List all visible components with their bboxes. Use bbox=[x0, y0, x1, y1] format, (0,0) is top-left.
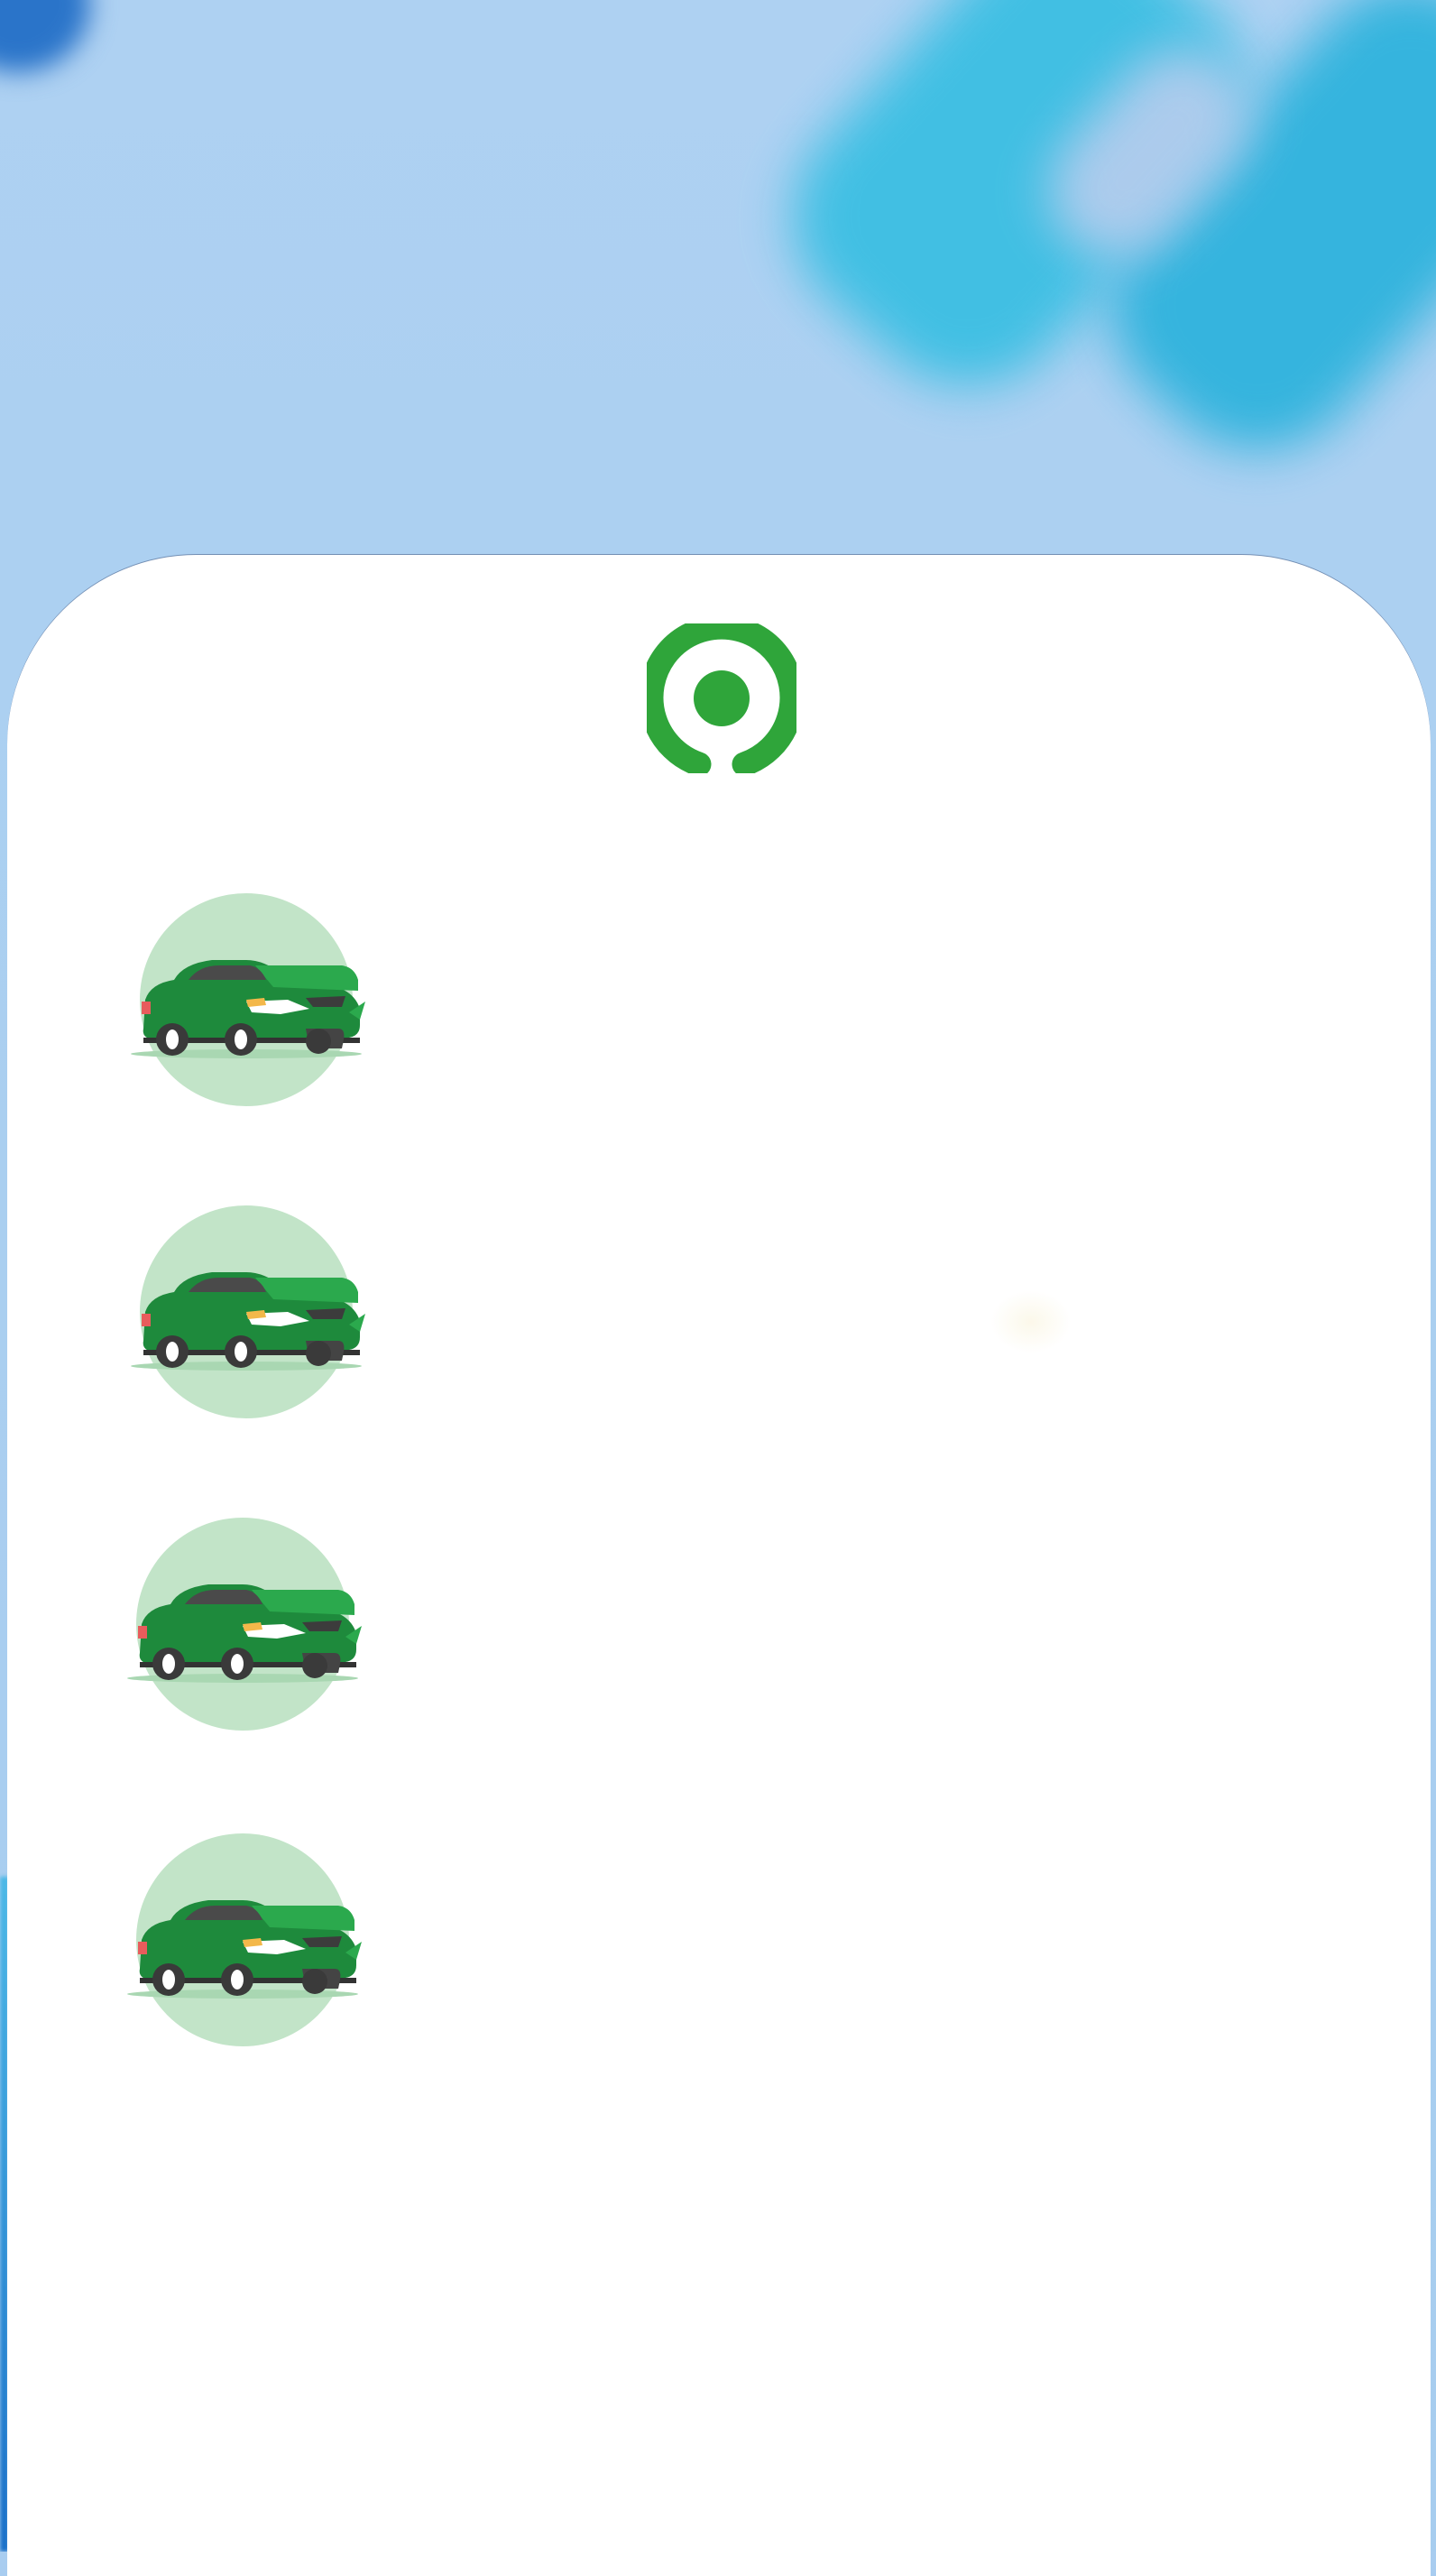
green-car-icon bbox=[129, 1205, 373, 1422]
ride-option-1[interactable] bbox=[129, 893, 1302, 1110]
green-car-icon bbox=[125, 1833, 369, 2050]
bottom-sheet bbox=[7, 555, 1431, 2576]
gojek-logo-icon bbox=[647, 623, 796, 773]
ride-option-3[interactable] bbox=[125, 1518, 1298, 1734]
green-car-icon bbox=[129, 893, 373, 1110]
ride-option-2[interactable] bbox=[129, 1205, 1302, 1422]
background-shape bbox=[0, 0, 90, 72]
ride-option-4[interactable] bbox=[125, 1833, 1298, 2050]
green-car-icon bbox=[125, 1518, 369, 1734]
